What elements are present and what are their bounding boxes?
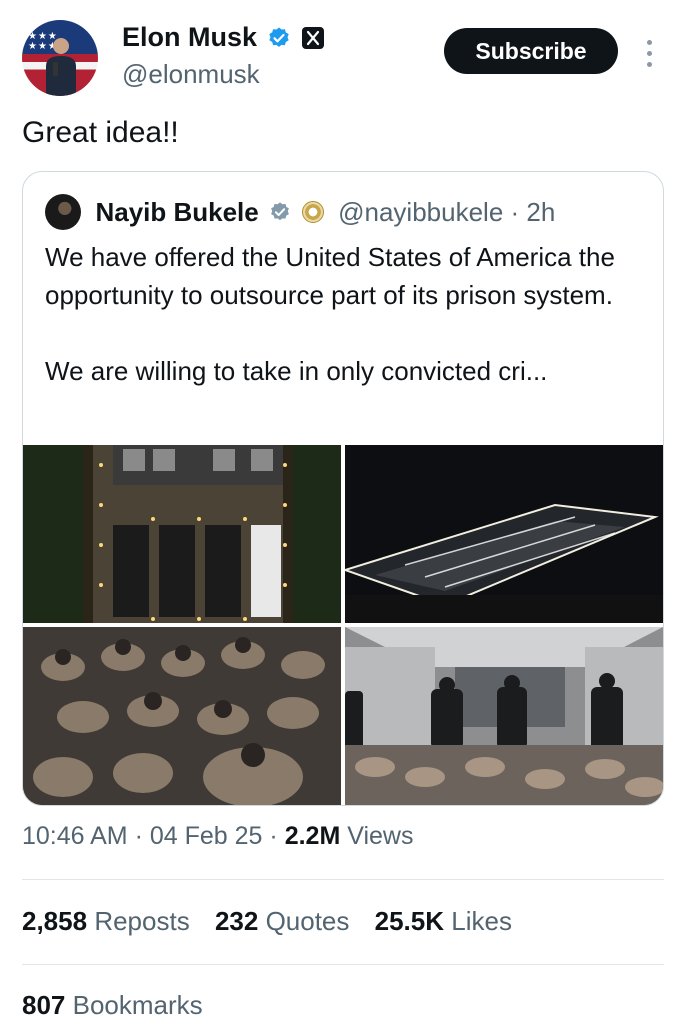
quoted-media-grid (23, 445, 663, 805)
quoted-paragraph-2: We are willing to take in only convicted… (45, 356, 548, 386)
x-affiliate-badge-icon (301, 26, 324, 49)
author-handle[interactable]: @elonmusk (122, 59, 324, 90)
tweet-date[interactable]: 04 Feb 25 (150, 822, 263, 850)
author-display-name[interactable]: Elon Musk (122, 22, 257, 53)
verified-badge-icon (269, 27, 290, 47)
quoted-tweet-header: Nayib Bukele @nayibbukele · 2h (45, 194, 555, 230)
engagement-stats: 2,858 Reposts 232 Quotes 25.5K Likes (22, 906, 530, 937)
reposts-stat[interactable]: 2,858 Reposts (22, 906, 190, 937)
quoted-author-name: Nayib Bukele (95, 196, 259, 227)
views-count: 2.2M (284, 822, 341, 850)
media-photo-aerial-complex[interactable] (23, 445, 341, 623)
more-options-icon[interactable] (646, 40, 654, 68)
person-silhouette (46, 38, 76, 96)
divider (22, 964, 664, 965)
author-avatar[interactable]: ★★★ ★★★ (22, 20, 98, 96)
quoted-author-handle: @nayibbukele · 2h (338, 196, 556, 227)
views-label: Views (347, 822, 414, 850)
meta-separator: · (134, 822, 143, 850)
tweet-text: Great idea!! (22, 116, 179, 149)
quoted-tweet-card[interactable]: Nayib Bukele @nayibbukele · 2h We have o… (22, 171, 664, 806)
author-name-block: Elon Musk @elonmusk (122, 22, 324, 90)
likes-stat[interactable]: 25.5K Likes (375, 906, 512, 937)
tweet-meta: 10:46 AM · 04 Feb 25 · 2.2M Views (22, 822, 414, 851)
media-photo-night-aerial[interactable] (345, 445, 663, 623)
media-photo-inmates-seated[interactable] (23, 627, 341, 805)
quoted-verified-badge-icon (271, 202, 290, 221)
meta-separator: · (269, 822, 278, 850)
divider (22, 879, 664, 880)
bookmarks-stat[interactable]: 807 Bookmarks (22, 990, 203, 1021)
quoted-paragraph-1: We have offered the United States of Ame… (45, 242, 615, 310)
government-seal-icon (301, 201, 324, 223)
quotes-stat[interactable]: 232 Quotes (215, 906, 349, 937)
quoted-tweet-text: We have offered the United States of Ame… (45, 238, 645, 390)
tweet-header: ★★★ ★★★ Elon Musk @elonmusk Subscribe (22, 18, 664, 102)
tweet-time[interactable]: 10:46 AM (22, 822, 128, 850)
media-photo-guards-hall[interactable] (345, 627, 663, 805)
subscribe-button[interactable]: Subscribe (444, 28, 618, 74)
quoted-author-avatar (45, 194, 81, 230)
